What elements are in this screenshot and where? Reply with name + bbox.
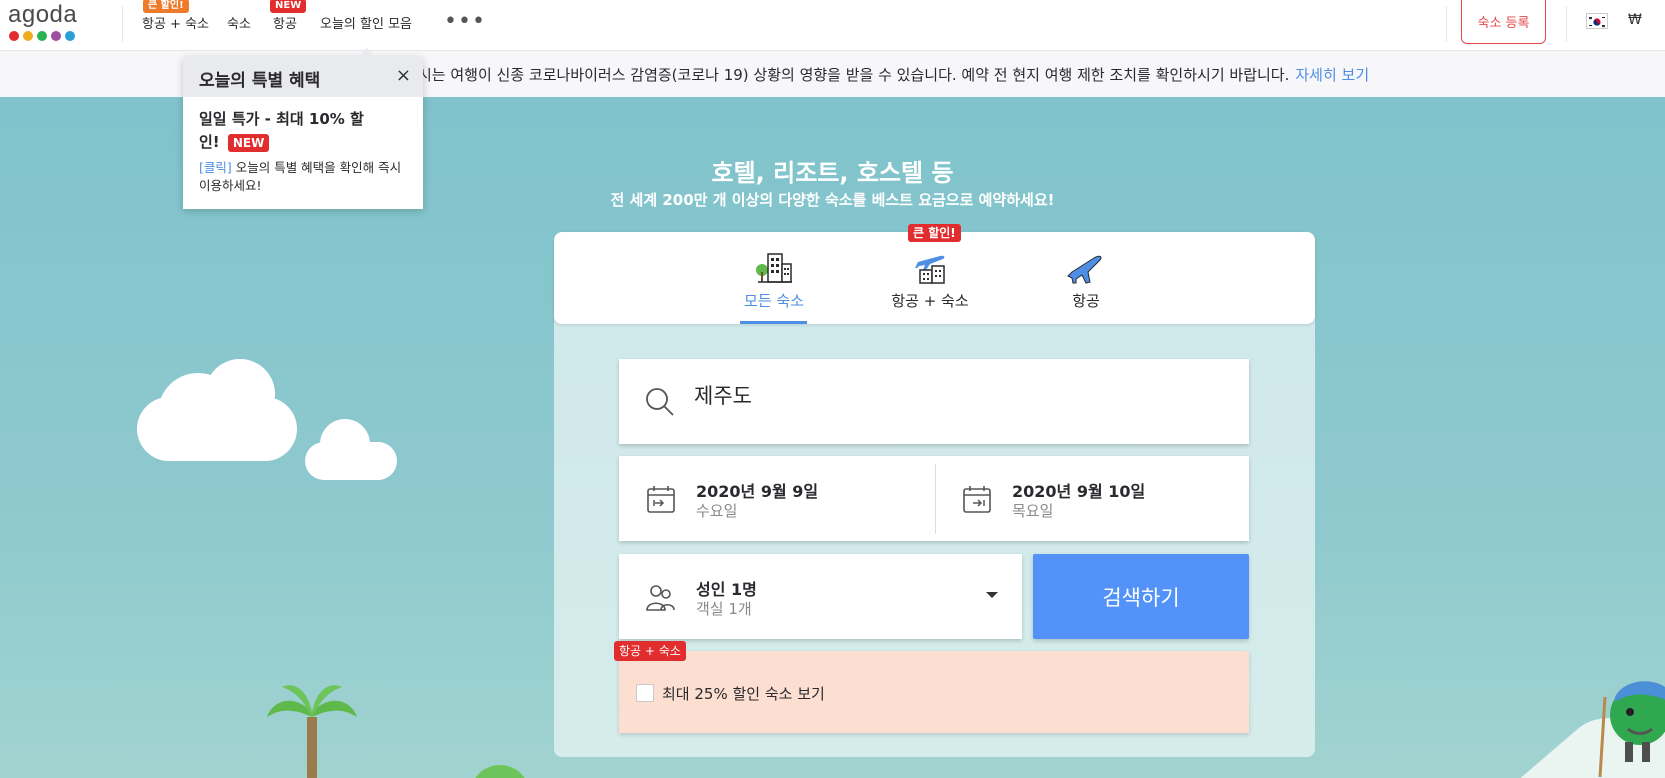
nav-item-flights[interactable]: 항공 (273, 13, 297, 32)
promo-checkbox[interactable] (636, 684, 654, 702)
nav-item-flight-hotel[interactable]: 항공 + 숙소 (142, 13, 209, 32)
date-range-field: 2020년 9월 9일 수요일 2020년 9월 10일 목요일 (619, 456, 1249, 541)
checkout-date-text: 2020년 9월 10일 (1012, 482, 1146, 501)
top-navigation-bar: agoda 큰 할인! 항공 + 숙소 숙소 NEW 항공 오늘의 할인 모음 … (0, 0, 1665, 51)
occupancy-rooms: 객실 1개 (696, 600, 752, 618)
logo-text: agoda (8, 1, 78, 28)
checkout-weekday: 목요일 (1012, 502, 1054, 520)
promo-label[interactable]: 최대 25% 할인 숙소 보기 (662, 683, 825, 704)
notice-more-link[interactable]: 자세히 보기 (1295, 66, 1369, 84)
logo-dot (9, 31, 19, 41)
notice-text: 시는 여행이 신종 코로나바이러스 감염증(코로나 19) 상황의 영향을 받을… (418, 64, 1369, 85)
airplane-icon (1067, 255, 1102, 284)
popover-arrow (359, 48, 375, 57)
checkout-date[interactable]: 2020년 9월 10일 목요일 (935, 456, 1250, 541)
tab-label: 항공 (1072, 292, 1100, 310)
nav-item-hotels[interactable]: 숙소 (227, 13, 251, 32)
tab-label: 모든 숙소 (744, 292, 804, 310)
active-tab-indicator (740, 321, 807, 324)
search-button[interactable]: 검색하기 (1033, 554, 1249, 639)
popover-deal-text: 일일 특가 - 최대 10% 할인! (199, 110, 364, 151)
destination-input[interactable] (694, 383, 1214, 407)
chevron-down-icon (986, 592, 998, 598)
todays-deals-popover: 오늘의 특별 혜택 × 일일 특가 - 최대 10% 할인! NEW [클릭] … (183, 57, 423, 209)
checkin-date[interactable]: 2020년 9월 9일 수요일 (619, 456, 934, 541)
nav-badge-big-sale: 큰 할인! (143, 0, 189, 13)
palm-tree-illustration (267, 685, 357, 778)
popover-description: [클릭] 오늘의 특별 혜택을 확인해 즉시 이용하세요! (199, 159, 411, 195)
logo-dot (51, 31, 61, 41)
product-tabs: 모든 숙소 항공 + 숙소 큰 할인! 항공 (554, 224, 1315, 324)
logo-dot (23, 31, 33, 41)
checkin-date-text: 2020년 9월 9일 (696, 482, 819, 501)
destination-field[interactable] (619, 359, 1249, 444)
popover-deal[interactable]: 일일 특가 - 최대 10% 할인! NEW (199, 108, 379, 154)
plane-building-icon (915, 255, 945, 284)
header-divider (1566, 6, 1567, 42)
mascot-illustration (1520, 681, 1665, 778)
nav-badge-new: NEW (270, 0, 307, 13)
header-divider (122, 6, 123, 42)
promo-badge: 항공 + 숙소 (614, 641, 686, 661)
building-icon (756, 253, 792, 283)
currency-selector[interactable]: ₩ (1628, 12, 1642, 28)
agoda-logo[interactable]: agoda (8, 2, 84, 44)
nav-item-todays-deals[interactable]: 오늘의 할인 모음 (320, 13, 412, 32)
occupancy-guests: 성인 1명 (696, 580, 757, 599)
flight-hotel-promo: 항공 + 숙소 최대 25% 할인 숙소 보기 (614, 641, 1249, 733)
checkin-weekday: 수요일 (696, 502, 738, 520)
close-icon[interactable]: × (396, 65, 411, 86)
popover-click-link[interactable]: [클릭] (199, 160, 232, 175)
guests-icon (646, 585, 675, 611)
tab-flights[interactable]: 항공 (1026, 250, 1146, 324)
tab-all-accommodations[interactable]: 모든 숙소 (714, 250, 834, 324)
logo-dot (37, 31, 47, 41)
list-property-button[interactable]: 숙소 등록 (1461, 0, 1546, 44)
new-badge: NEW (227, 133, 270, 152)
popover-title: 오늘의 특별 혜택 (199, 71, 321, 91)
search-icon (646, 388, 674, 416)
notice-message: 시는 여행이 신종 코로나바이러스 감염증(코로나 19) 상황의 영향을 받을… (418, 66, 1290, 84)
occupancy-selector[interactable]: 성인 1명 객실 1개 (619, 554, 1022, 639)
more-menu-icon[interactable]: ••• (444, 9, 486, 34)
popover-header: 오늘의 특별 혜택 × (183, 57, 423, 97)
tab-badge-big-sale: 큰 할인! (908, 224, 961, 242)
tab-flight-hotel[interactable]: 항공 + 숙소 (870, 250, 990, 324)
header-divider (1446, 6, 1447, 42)
calendar-checkin-icon (647, 486, 675, 513)
logo-dots (9, 31, 84, 41)
calendar-checkout-icon (963, 486, 991, 513)
bush-illustration (470, 765, 530, 778)
korea-flag-icon[interactable] (1586, 13, 1608, 29)
logo-dot (65, 31, 75, 41)
tab-label: 항공 + 숙소 (891, 292, 969, 310)
